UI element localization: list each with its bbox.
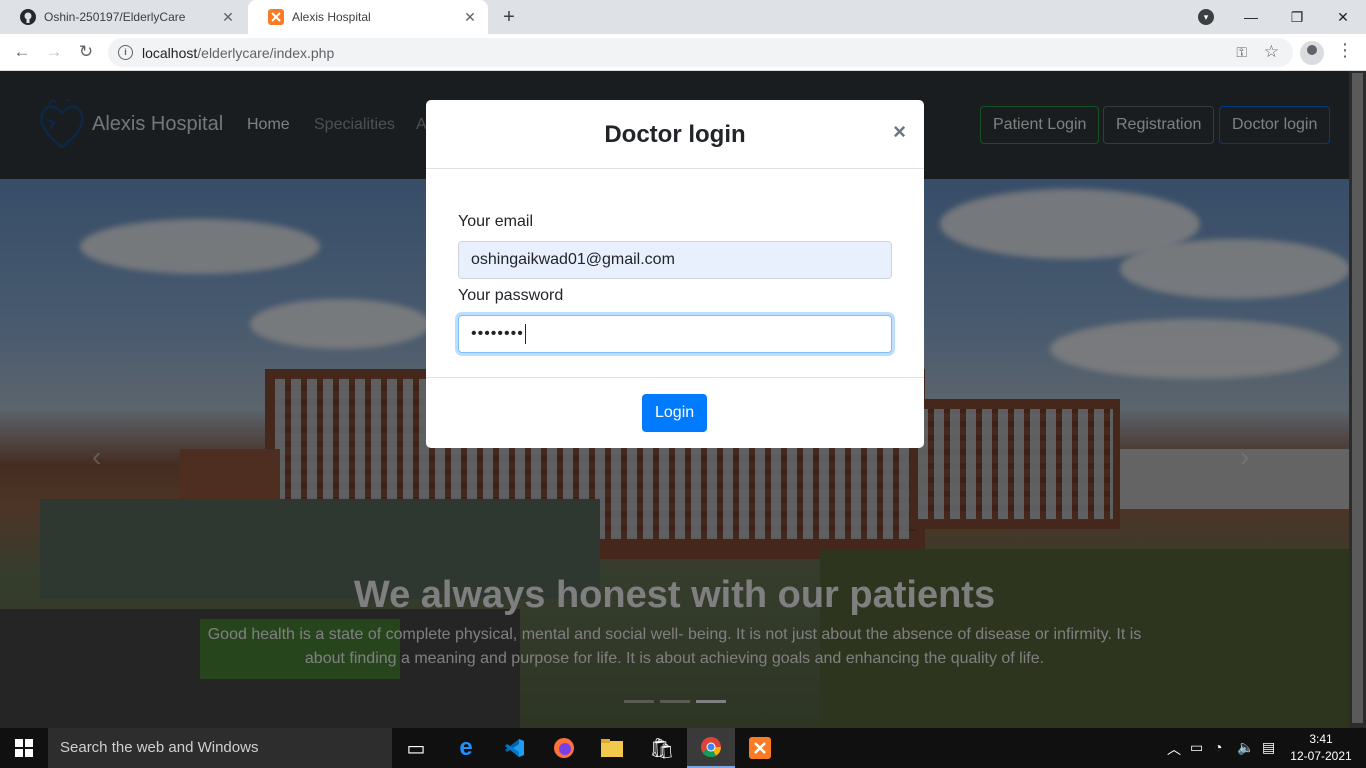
url-host: localhost	[142, 45, 198, 61]
edge-icon[interactable]: e	[442, 728, 490, 768]
email-field[interactable]: oshingaikwad01@gmail.com	[458, 241, 892, 279]
bookmark-star-icon[interactable]: ☆	[1264, 42, 1279, 62]
reload-icon[interactable]: ↻	[76, 42, 96, 62]
clock-time: 3:41	[1309, 732, 1333, 746]
wifi-icon[interactable]: ◔	[1214, 739, 1222, 755]
notifications-icon[interactable]: ▤	[1262, 739, 1275, 756]
show-hidden-icons-icon[interactable]: ︿	[1167, 739, 1181, 759]
tab-title: Alexis Hospital	[292, 10, 371, 24]
password-field[interactable]: ••••••••	[458, 315, 892, 353]
close-tab-icon[interactable]: ✕	[220, 9, 236, 25]
site-info-icon[interactable]: i	[118, 45, 133, 60]
github-icon	[20, 9, 36, 25]
url-bar[interactable]: i localhost/elderlycare/index.php ⚿ ☆	[108, 38, 1293, 67]
doctor-login-modal: Doctor login × Your email oshingaikwad01…	[426, 100, 924, 448]
tab-alexis-hospital[interactable]: Alexis Hospital ✕	[248, 0, 488, 34]
windows-start-icon[interactable]	[0, 728, 48, 768]
close-tab-icon[interactable]: ✕	[462, 9, 478, 25]
modal-title: Doctor login	[604, 121, 746, 148]
url-path: /elderlycare/index.php	[197, 45, 335, 61]
web-page: Alexis Hospital Home Specialities A Pati…	[0, 71, 1349, 728]
windows-taskbar: Search the web and Windows ▭ e 🛍 ︿ ▭ ◔ 🔈…	[0, 728, 1366, 768]
url-text[interactable]: localhost/elderlycare/index.php	[142, 45, 334, 61]
kebab-menu-icon[interactable]: ⋮	[1336, 40, 1354, 61]
address-bar-row: ← → ↻ i localhost/elderlycare/index.php …	[0, 34, 1366, 71]
login-button[interactable]: Login	[642, 394, 708, 432]
modal-header: Doctor login ×	[426, 100, 924, 169]
xampp-icon	[268, 9, 284, 25]
minimize-button[interactable]: —	[1228, 0, 1274, 34]
tab-title: Oshin-250197/ElderlyCare	[44, 10, 186, 24]
tab-search-icon[interactable]: ▾	[1198, 9, 1214, 25]
firefox-icon[interactable]	[540, 728, 588, 768]
modal-footer: Login	[426, 378, 924, 448]
vscode-icon[interactable]	[490, 728, 538, 768]
file-explorer-icon[interactable]	[588, 728, 636, 768]
browser-tab-bar: Oshin-250197/ElderlyCare ✕ Alexis Hospit…	[0, 0, 1366, 34]
password-label: Your password	[458, 287, 564, 304]
modal-body: Your email oshingaikwad01@gmail.com Your…	[426, 169, 924, 378]
email-label: Your email	[458, 213, 534, 230]
restore-button[interactable]: ❐	[1274, 0, 1320, 34]
xampp-taskbar-icon[interactable]	[736, 728, 784, 768]
taskbar-clock[interactable]: 3:41 12-07-2021	[1288, 731, 1354, 765]
task-view-icon[interactable]: ▭	[392, 728, 440, 768]
taskbar-search-input[interactable]: Search the web and Windows	[48, 728, 392, 768]
chrome-icon[interactable]	[687, 728, 735, 768]
tab-github[interactable]: Oshin-250197/ElderlyCare ✕	[0, 0, 246, 34]
password-mask: ••••••••	[471, 325, 524, 342]
store-icon[interactable]: 🛍	[638, 728, 686, 768]
text-cursor	[524, 323, 526, 344]
clock-date: 12-07-2021	[1290, 749, 1352, 763]
forward-arrow-icon[interactable]: →	[44, 42, 64, 62]
close-icon[interactable]: ×	[893, 119, 906, 145]
battery-icon[interactable]: ▭	[1190, 739, 1203, 756]
close-window-button[interactable]: ✕	[1320, 0, 1366, 34]
key-icon[interactable]: ⚿	[1236, 44, 1247, 61]
page-scrollbar[interactable]	[1349, 71, 1366, 728]
profile-avatar-icon[interactable]	[1300, 41, 1324, 65]
new-tab-button[interactable]: +	[498, 6, 520, 28]
back-arrow-icon[interactable]: ←	[12, 42, 32, 62]
volume-icon[interactable]: 🔈	[1237, 739, 1254, 756]
scrollbar-thumb[interactable]	[1352, 73, 1363, 723]
